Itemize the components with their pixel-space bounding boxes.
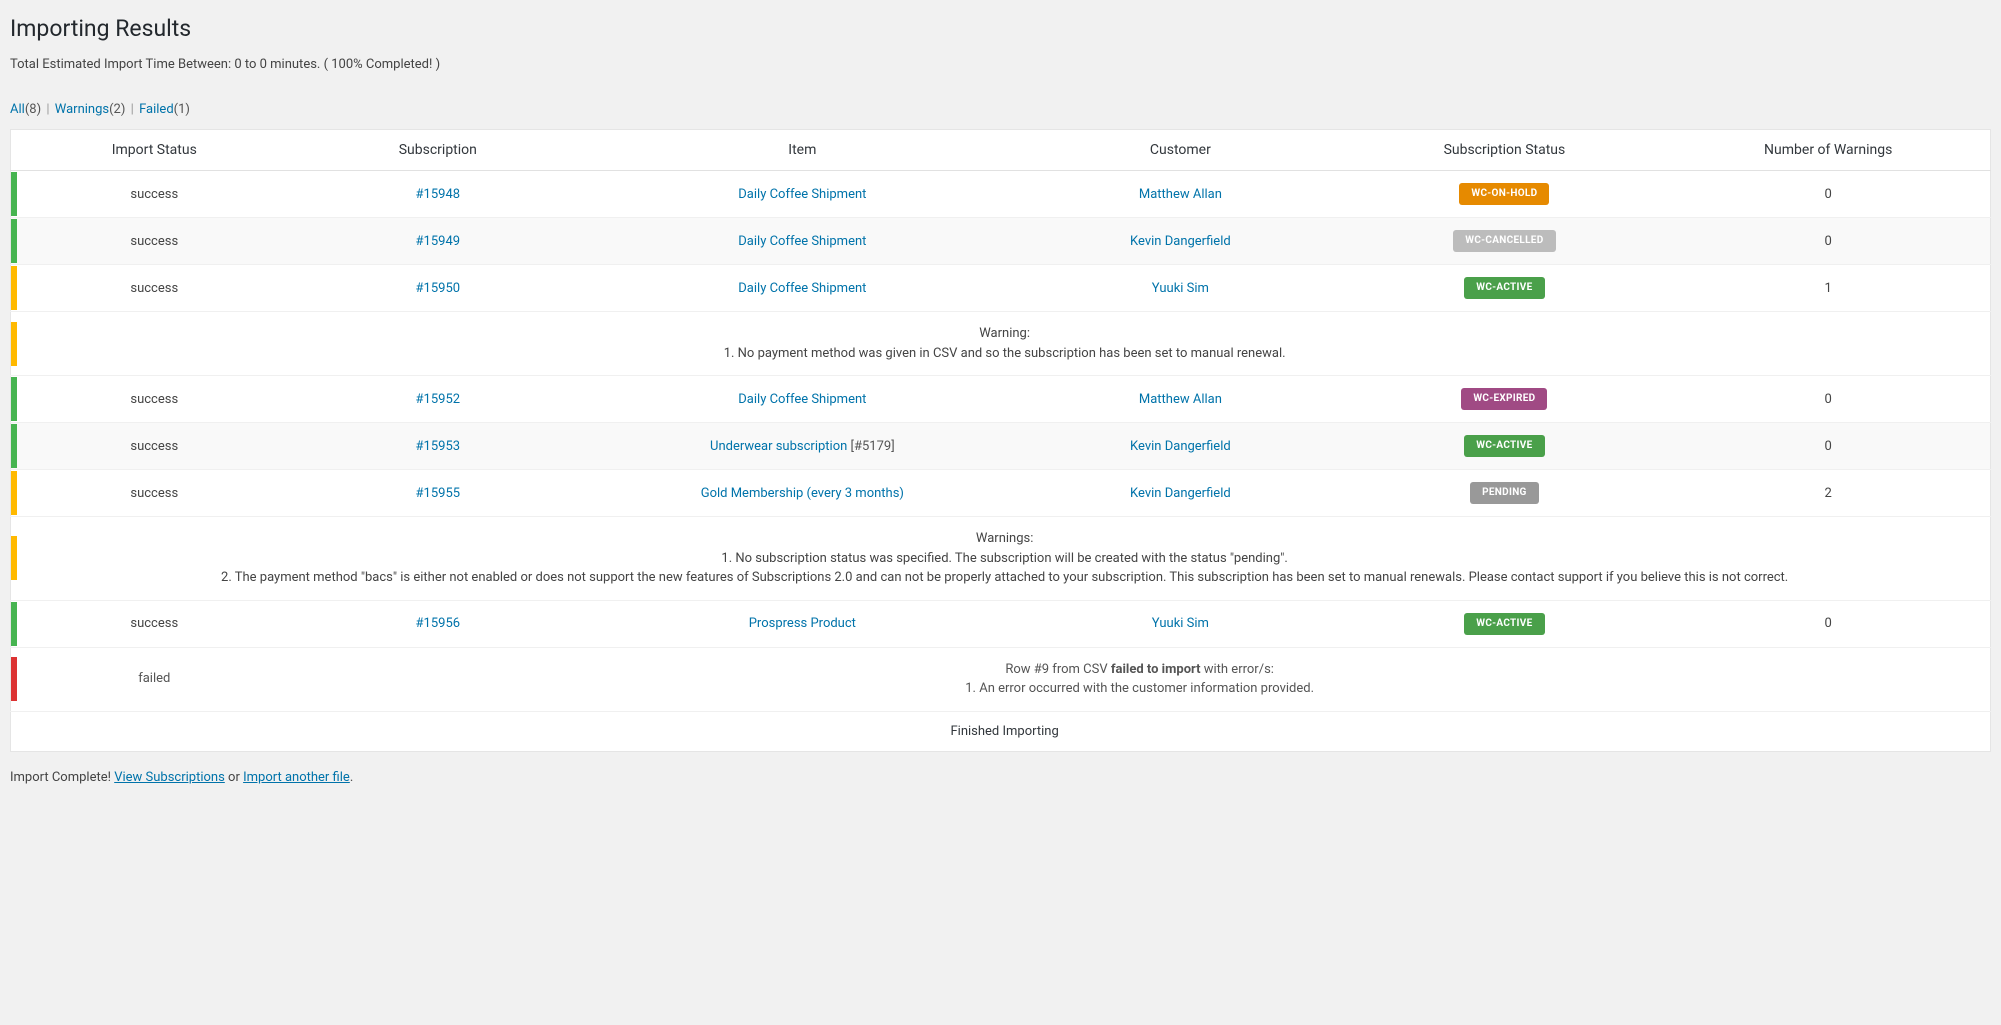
col-customer: Customer	[1018, 130, 1342, 171]
table-row: success #15949 Daily Coffee Shipment Kevin …	[11, 218, 1991, 265]
status-bar	[11, 377, 17, 421]
status-badge: WC-ACTIVE	[1464, 435, 1544, 457]
table-row: success #15948 Daily Coffee Shipment Matthe…	[11, 171, 1991, 218]
col-subscription-status: Subscription Status	[1342, 130, 1666, 171]
table-row: success #15955 Gold Membership (every 3 mo…	[11, 470, 1991, 517]
finished-text: Finished Importing	[19, 711, 1990, 751]
filter-all[interactable]: All	[10, 102, 25, 117]
status-badge: WC-CANCELLED	[1453, 230, 1555, 252]
col-number-warnings: Number of Warnings	[1666, 130, 1990, 171]
warning-line: 2. The payment method "bacs" is either n…	[221, 570, 1788, 585]
status-bar	[11, 172, 17, 216]
status-badge: PENDING	[1470, 482, 1539, 504]
cell-warnings-count: 0	[1666, 423, 1990, 470]
status-bar	[11, 266, 17, 310]
col-import-status: Import Status	[19, 130, 289, 171]
subscription-link[interactable]: #15952	[416, 392, 461, 407]
customer-link[interactable]: Kevin Dangerfield	[1130, 439, 1231, 454]
item-link[interactable]: Daily Coffee Shipment	[738, 234, 866, 249]
subscription-link[interactable]: #15950	[416, 281, 461, 296]
cell-import-status: success	[19, 171, 289, 218]
table-row: success #15950 Daily Coffee Shipment Yuuki …	[11, 265, 1991, 312]
page-title: Importing Results	[10, 15, 1991, 42]
item-link[interactable]: Daily Coffee Shipment	[738, 187, 866, 202]
customer-link[interactable]: Kevin Dangerfield	[1130, 486, 1231, 501]
status-bar	[11, 471, 17, 515]
warning-line: 1. No payment method was given in CSV an…	[724, 346, 1286, 361]
failed-error-line: 1. An error occurred with the customer i…	[965, 681, 1314, 696]
cell-warnings-count: 0	[1666, 600, 1990, 647]
status-bar	[11, 219, 17, 263]
status-bar	[11, 657, 17, 701]
customer-link[interactable]: Matthew Allan	[1139, 187, 1222, 202]
view-subscriptions-link[interactable]: View Subscriptions	[114, 770, 225, 785]
status-badge: WC-ACTIVE	[1464, 277, 1544, 299]
import-complete-footer: Import Complete! View Subscriptions or I…	[10, 770, 1991, 785]
status-bar	[11, 536, 17, 580]
item-suffix: [#5179]	[847, 439, 894, 454]
cell-warnings-count: 1	[1666, 265, 1990, 312]
table-row: success #15953 Underwear subscription [#51…	[11, 423, 1991, 470]
status-badge: WC-EXPIRED	[1461, 388, 1547, 410]
item-link[interactable]: Gold Membership (every 3 months)	[701, 486, 904, 501]
cell-warnings-count: 0	[1666, 218, 1990, 265]
status-badge: WC-ON-HOLD	[1459, 183, 1549, 205]
item-link[interactable]: Prospress Product	[749, 616, 856, 631]
customer-link[interactable]: Kevin Dangerfield	[1130, 234, 1231, 249]
cell-warnings-count: 0	[1666, 376, 1990, 423]
col-subscription: Subscription	[289, 130, 586, 171]
cell-import-status: success	[19, 600, 289, 647]
customer-link[interactable]: Matthew Allan	[1139, 392, 1222, 407]
table-row: failed Row #9 from CSV failed to import w…	[11, 647, 1991, 711]
warning-row: Warnings: 1. No subscription status was s…	[11, 517, 1991, 601]
filter-bar: All(8) | Warnings(2) | Failed(1)	[10, 102, 1991, 117]
filter-all-count: (8)	[25, 102, 41, 117]
subscription-link[interactable]: #15955	[416, 486, 461, 501]
cell-import-status: failed	[19, 647, 289, 711]
filter-failed[interactable]: Failed	[139, 102, 174, 117]
cell-warnings-count: 2	[1666, 470, 1990, 517]
finished-row: Finished Importing	[11, 711, 1991, 751]
warning-label: Warning:	[979, 326, 1030, 341]
failed-msg-prefix: Row #9 from CSV	[1005, 662, 1110, 677]
subscription-link[interactable]: #15948	[416, 187, 461, 202]
col-item: Item	[586, 130, 1018, 171]
warning-label: Warnings:	[976, 531, 1033, 546]
table-row: success #15952 Daily Coffee Shipment Matthe…	[11, 376, 1991, 423]
customer-link[interactable]: Yuuki Sim	[1152, 616, 1209, 631]
subscription-link[interactable]: #15949	[416, 234, 461, 249]
status-bar	[11, 322, 17, 366]
status-badge: WC-ACTIVE	[1464, 613, 1544, 635]
status-bar	[11, 424, 17, 468]
cell-import-status: success	[19, 470, 289, 517]
failed-msg-suffix: with error/s:	[1201, 662, 1274, 677]
item-link[interactable]: Daily Coffee Shipment	[738, 281, 866, 296]
results-table: Import Status Subscription Item Customer…	[10, 129, 1991, 752]
cell-import-status: success	[19, 265, 289, 312]
item-link[interactable]: Daily Coffee Shipment	[738, 392, 866, 407]
filter-warnings[interactable]: Warnings	[55, 102, 109, 117]
cell-warnings-count: 0	[1666, 171, 1990, 218]
import-time-subtitle: Total Estimated Import Time Between: 0 t…	[10, 57, 1991, 72]
filter-failed-count: (1)	[174, 102, 190, 117]
cell-import-status: success	[19, 423, 289, 470]
warning-line: 1. No subscription status was specified.…	[721, 551, 1287, 566]
import-another-file-link[interactable]: Import another file	[243, 770, 350, 785]
customer-link[interactable]: Yuuki Sim	[1152, 281, 1209, 296]
item-link[interactable]: Underwear subscription	[710, 439, 847, 454]
cell-import-status: success	[19, 218, 289, 265]
subscription-link[interactable]: #15956	[416, 616, 461, 631]
table-row: success #15956 Prospress Product Yuuki Sim W…	[11, 600, 1991, 647]
status-bar	[11, 602, 17, 646]
warning-row: Warning: 1. No payment method was given i…	[11, 312, 1991, 376]
failed-msg-strong: failed to import	[1111, 662, 1201, 677]
filter-warnings-count: (2)	[109, 102, 125, 117]
subscription-link[interactable]: #15953	[416, 439, 461, 454]
cell-import-status: success	[19, 376, 289, 423]
